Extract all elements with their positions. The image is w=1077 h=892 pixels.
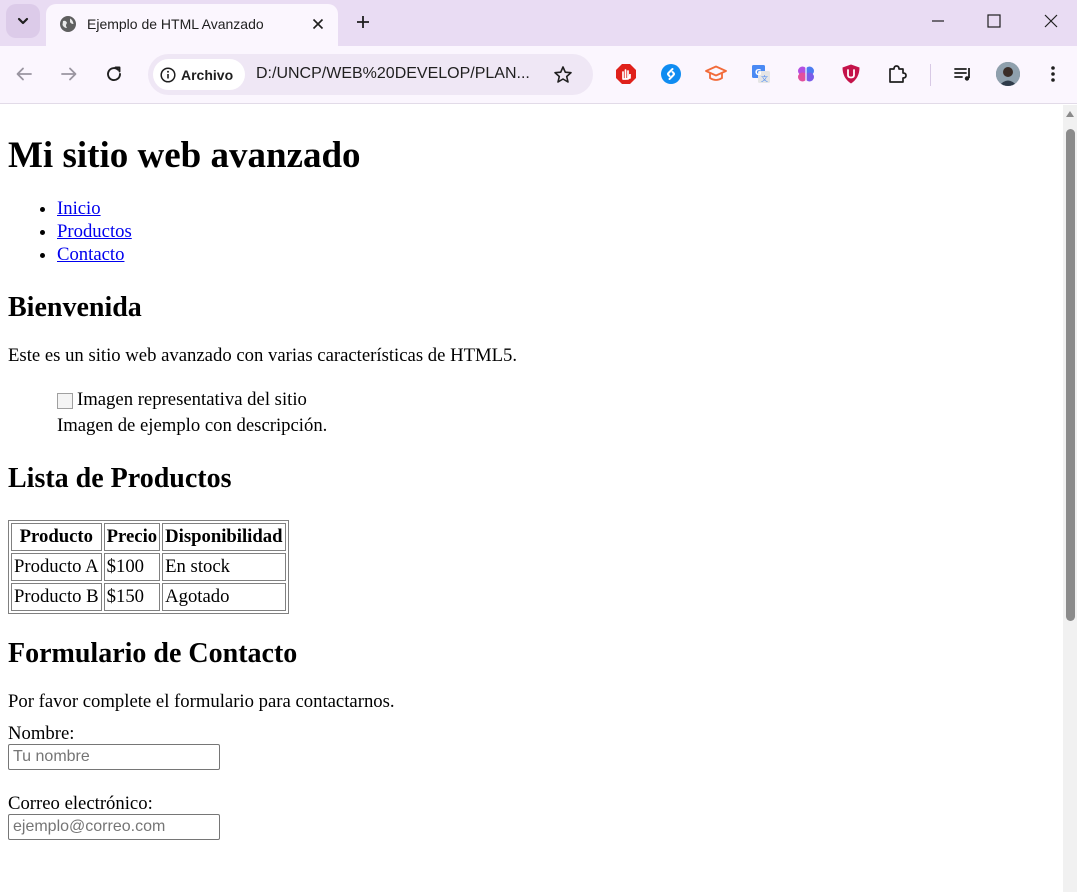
image-alt-text: Imagen representativa del sitio [77,389,307,410]
new-tab-button[interactable] [350,9,376,35]
bookmark-button[interactable] [551,63,575,87]
page-scrollbar[interactable] [1063,105,1077,892]
scroll-up-arrow-icon[interactable] [1066,111,1074,117]
graduation-extension-button[interactable] [703,61,729,87]
ublock-extension-button[interactable] [838,61,864,87]
close-icon [312,18,324,30]
star-icon [554,66,572,83]
translate-extension-button[interactable]: G文 [748,61,774,87]
email-label: Correo electrónico: [8,792,153,814]
table-cell: Producto B [11,582,102,611]
minimize-button[interactable] [918,4,958,38]
extensions-button[interactable] [884,61,910,87]
close-window-button[interactable] [1031,4,1071,38]
media-control-button[interactable] [950,61,976,87]
brain-icon [798,66,814,82]
google-translate-icon: G文 [752,65,770,83]
forward-arrow-icon [61,67,77,81]
svg-text:文: 文 [761,74,768,83]
column-header: Disponibilidad [162,522,286,551]
broken-image-icon [57,392,73,409]
adblock-extension-button[interactable] [613,61,639,87]
table-row: Producto B $150 Agotado [11,582,286,611]
tab-close-button[interactable] [308,14,328,34]
address-bar[interactable]: Archivo D:/UNCP/WEB%20DEVELOP/PLAN... [148,54,593,95]
kebab-menu-icon [1051,66,1055,82]
shazam-extension-button[interactable] [658,61,684,87]
welcome-text: Este es un sitio web avanzado con varias… [8,345,518,366]
nav-link-productos[interactable]: Productos [57,221,132,242]
tab-title: Ejemplo de HTML Avanzado [87,16,264,32]
url-text[interactable]: D:/UNCP/WEB%20DEVELOP/PLAN... [256,65,530,83]
active-tab[interactable]: Ejemplo de HTML Avanzado [46,4,338,46]
chevron-down-icon [17,17,29,25]
products-table: Producto Precio Disponibilidad Producto … [8,519,289,614]
forward-button[interactable] [53,58,85,90]
table-cell: $150 [103,582,161,611]
browser-toolbar: Archivo D:/UNCP/WEB%20DEVELOP/PLAN... G文 [0,46,1077,104]
column-header: Producto [11,522,102,551]
site-nav: Inicio Productos Contacto [8,197,1055,266]
contact-heading: Formulario de Contacto [8,637,298,669]
menu-button[interactable] [1040,61,1066,87]
products-heading: Lista de Productos [8,462,232,494]
table-cell: Agotado [162,582,286,611]
table-cell: $100 [103,552,161,581]
broken-image: Imagen representativa del sitio [57,388,307,411]
welcome-heading: Bienvenida [8,292,142,323]
back-button[interactable] [8,58,40,90]
site-info-label: Archivo [181,66,234,83]
brain-extension-button[interactable] [793,61,819,87]
name-field[interactable] [8,743,220,770]
toolbar-separator [930,64,931,86]
table-row: Producto A $100 En stock [11,552,286,581]
media-queue-icon [954,68,970,81]
close-window-icon [1044,14,1058,28]
column-header: Precio [103,522,161,551]
scrollbar-thumb[interactable] [1066,129,1075,621]
profile-avatar-image [996,62,1020,86]
nav-link-inicio[interactable]: Inicio [57,198,101,219]
info-icon [160,66,176,83]
name-label: Nombre: [8,722,75,744]
reload-icon [107,66,121,82]
reload-button[interactable] [98,58,130,90]
back-arrow-icon [16,67,32,81]
table-header-row: Producto Precio Disponibilidad [11,522,286,551]
maximize-button[interactable] [974,4,1014,38]
puzzle-extensions-icon [889,65,907,83]
avatar[interactable] [996,62,1020,86]
nav-item: Inicio [57,197,1055,220]
globe-icon [60,16,76,32]
page-content: Mi sitio web avanzado Inicio Productos C… [0,105,1063,892]
nav-link-contacto[interactable]: Contacto [57,244,124,265]
shazam-icon [661,64,681,84]
figure-caption: Imagen de ejemplo con descripción. [57,414,328,436]
plus-icon [357,16,369,28]
tab-search-button[interactable] [6,4,40,38]
maximize-icon [987,14,1001,28]
email-field[interactable] [8,813,220,840]
page-title: Mi sitio web avanzado [8,135,361,176]
table-cell: En stock [162,552,286,581]
adblock-icon [616,64,636,84]
tab-strip: Ejemplo de HTML Avanzado [0,0,1077,46]
ublock-shield-icon [842,64,860,84]
minimize-icon [932,20,944,22]
table-cell: Producto A [11,552,102,581]
site-info-chip[interactable]: Archivo [153,59,245,90]
nav-item: Productos [57,220,1055,243]
contact-intro: Por favor complete el formulario para co… [8,690,395,712]
graduation-cap-icon [705,65,727,81]
welcome-figure: Imagen representativa del sitio Imagen d… [57,388,1055,437]
nav-item: Contacto [57,243,1055,266]
